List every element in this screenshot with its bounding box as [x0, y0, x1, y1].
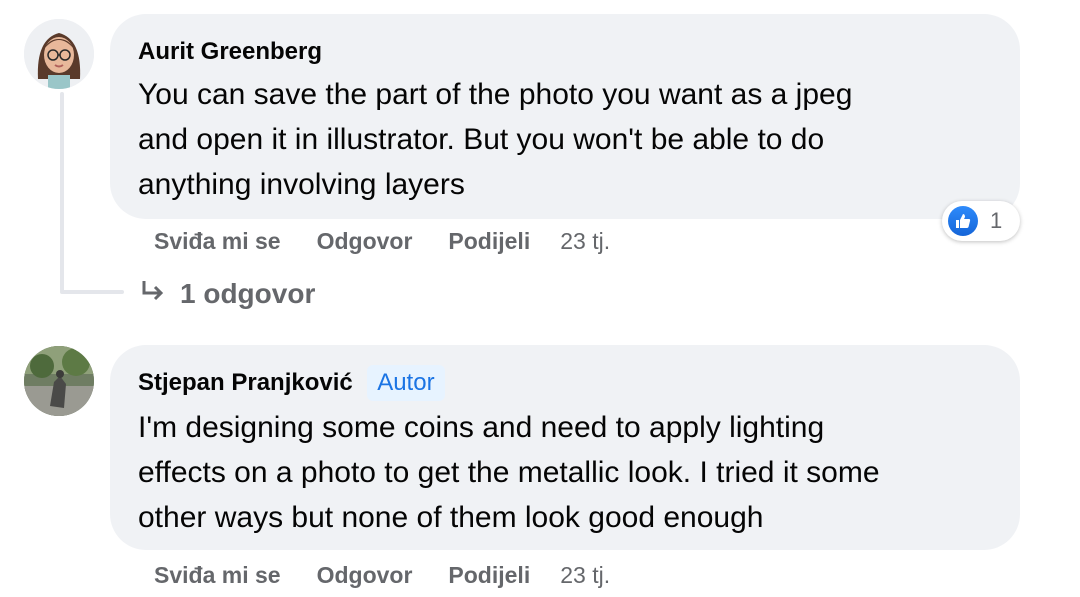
share-button[interactable]: Podijeli [448, 562, 530, 589]
comment-text: I'm designing some coins and need to app… [138, 411, 880, 534]
comment-author[interactable]: Aurit Greenberg [138, 36, 322, 68]
like-button[interactable]: Sviđa mi se [154, 562, 281, 589]
comment-author[interactable]: Stjepan Pranjković [138, 367, 353, 399]
comment-actions: Sviđa mi se Odgovor Podijeli 23 tj. [154, 228, 610, 255]
reply-button[interactable]: Odgovor [317, 562, 413, 589]
thread-line-branch [60, 290, 124, 294]
avatar[interactable] [24, 346, 94, 416]
memoji-avatar-icon [24, 19, 94, 89]
comment-bubble: Stjepan Pranjković Autor I'm designing s… [110, 345, 1020, 550]
reaction-count: 1 [990, 208, 1003, 233]
thread-line [60, 92, 64, 292]
like-icon [948, 206, 978, 236]
author-badge: Autor [367, 365, 445, 401]
reaction-summary[interactable]: 1 [942, 201, 1020, 241]
comment-text: You can save the part of the photo you w… [138, 78, 853, 201]
view-replies-button[interactable]: 1 odgovor [140, 278, 315, 310]
timestamp[interactable]: 23 tj. [560, 228, 610, 255]
like-button[interactable]: Sviđa mi se [154, 228, 281, 255]
timestamp[interactable]: 23 tj. [560, 562, 610, 589]
profile-photo-icon [24, 346, 94, 416]
reply-button[interactable]: Odgovor [317, 228, 413, 255]
comment-actions: Sviđa mi se Odgovor Podijeli 23 tj. [154, 562, 610, 589]
avatar[interactable] [24, 19, 94, 89]
reply-arrow-icon [140, 278, 166, 310]
comment-bubble: Aurit Greenberg You can save the part of… [110, 14, 1020, 219]
share-button[interactable]: Podijeli [448, 228, 530, 255]
replies-count-label: 1 odgovor [180, 278, 316, 309]
